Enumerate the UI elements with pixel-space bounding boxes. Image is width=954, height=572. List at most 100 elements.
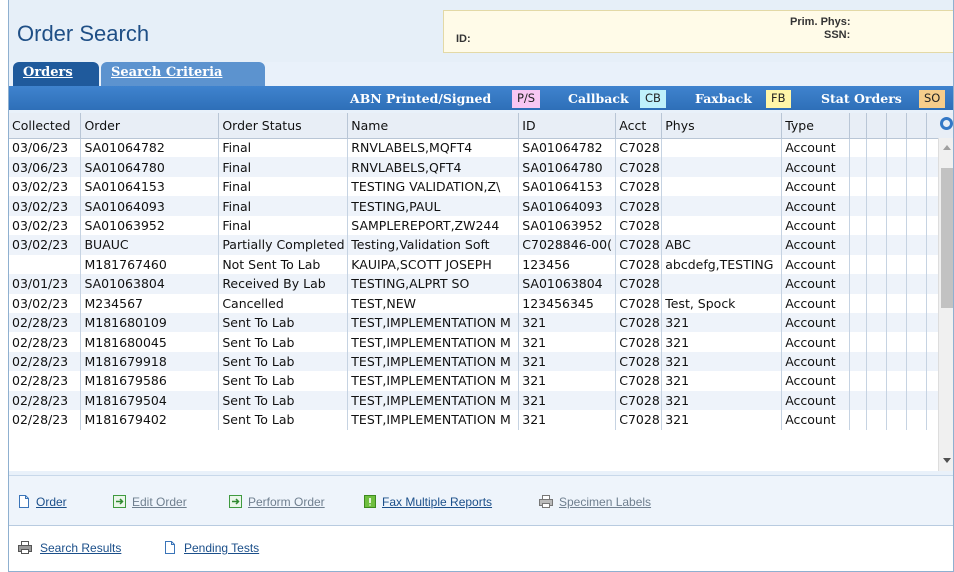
report-links-bar: Search Results Pending Tests [9, 525, 953, 571]
table-cell [906, 254, 927, 275]
table-cell: Final [218, 138, 349, 158]
column-header[interactable]: Name [347, 113, 520, 139]
table-cell: SA01064782 [518, 138, 617, 158]
ssn-label: SSN: [824, 29, 851, 41]
column-header[interactable]: Order Status [218, 113, 349, 139]
scroll-down-arrow-icon[interactable] [943, 458, 951, 463]
column-header[interactable]: Order [80, 113, 220, 139]
table-cell: 321 [661, 351, 783, 372]
column-header[interactable]: Type [781, 113, 851, 139]
table-cell: 321 [661, 410, 783, 430]
table-row[interactable]: 03/01/23 SA01063804 Received By Lab TESTING… [9, 274, 953, 294]
table-row[interactable]: 03/02/23 SA01064153 Final TESTING VALIDATIO… [9, 176, 953, 197]
scroll-up-arrow-icon[interactable] [943, 145, 951, 150]
table-cell [849, 157, 868, 177]
table-cell [866, 196, 888, 216]
table-row[interactable]: 02/28/23 M181679402 Sent To Lab TEST,IMPLEM… [9, 410, 953, 430]
table-row[interactable]: 03/02/23 M234567 Cancelled TEST,NEW 12345634… [9, 293, 953, 313]
table-cell: Account [781, 410, 851, 430]
perform-order-button[interactable]: Perform Order [229, 495, 325, 511]
table-cell: M181679918 [80, 351, 220, 372]
table-cell: TEST,NEW [347, 293, 520, 313]
table-row[interactable]: 02/28/23 M181679504 Sent To Lab TEST,IMPLEM… [9, 390, 953, 411]
table-cell [886, 371, 908, 391]
vertical-scrollbar[interactable] [938, 138, 953, 471]
table-cell [886, 274, 908, 294]
table-cell: SA01064782 [80, 138, 220, 158]
orders-grid: Collected Order Order Status Name ID Acct Phys… [9, 113, 953, 471]
tab-orders[interactable]: Orders [13, 62, 99, 86]
table-cell: TEST,IMPLEMENTATION M [347, 390, 520, 411]
orders-table: Collected Order Order Status Name ID Acct Phys… [9, 113, 953, 430]
table-cell [886, 410, 908, 430]
table-cell [906, 274, 927, 294]
table-row[interactable]: 02/28/23 M181679586 Sent To Lab TEST,IMPLEM… [9, 371, 953, 391]
table-row[interactable]: 03/02/23 SA01063952 Final SAMPLEREPORT,ZW24… [9, 215, 953, 236]
table-row[interactable]: 03/06/23 SA01064780 Final RNVLABELS,QFT4 SA0… [9, 157, 953, 177]
column-settings-icon[interactable] [940, 117, 953, 130]
table-cell [866, 274, 888, 294]
table-cell [906, 332, 927, 352]
specimen-labels-button[interactable]: Specimen Labels [539, 495, 651, 511]
table-cell [886, 157, 908, 177]
search-results-link[interactable]: Search Results [18, 541, 121, 557]
faxback-legend-key: FB [766, 90, 791, 108]
pending-tests-link[interactable]: Pending Tests [164, 541, 259, 557]
tab-search-criteria[interactable]: Search Criteria [101, 62, 265, 86]
table-cell: SA01064093 [80, 196, 220, 216]
column-header[interactable] [886, 113, 908, 139]
table-cell: M181767460 [80, 254, 220, 275]
table-cell [866, 351, 888, 372]
column-header[interactable]: ID [518, 113, 617, 139]
table-cell [849, 293, 868, 313]
table-row[interactable]: M181767460 Not Sent To Lab KAUIPA,SCOTT JO… [9, 254, 953, 275]
scrollbar-thumb[interactable] [941, 168, 953, 308]
table-cell: TEST,IMPLEMENTATION M [347, 332, 520, 352]
table-cell [849, 390, 868, 411]
table-cell [906, 410, 927, 430]
column-header[interactable]: Collected [9, 113, 82, 139]
fax-multiple-reports-button[interactable]: Fax Multiple Reports [364, 495, 492, 511]
table-row[interactable]: 03/06/23 SA01064782 Final RNVLABELS,MQFT4 SA… [9, 138, 953, 158]
table-row[interactable]: 02/28/23 M181679918 Sent To Lab TEST,IMPLEM… [9, 351, 953, 372]
column-header[interactable] [849, 113, 868, 139]
status-legend-bar: ABN Printed/Signed P/S Callback CB Faxba… [9, 86, 953, 110]
table-cell [849, 254, 868, 275]
column-header[interactable]: Phys [661, 113, 783, 139]
table-cell: TESTING,ALPRT SO [347, 274, 520, 294]
column-header[interactable]: Acct [615, 113, 663, 139]
page-title: Order Search [17, 21, 150, 46]
table-cell [849, 274, 868, 294]
table-cell: Account [781, 312, 851, 333]
table-cell: M181680109 [80, 312, 220, 333]
table-cell: Final [218, 157, 349, 177]
patient-id-label: ID: [456, 33, 471, 45]
table-cell [661, 157, 783, 177]
table-cell: SA01063804 [80, 274, 220, 294]
table-cell [661, 196, 783, 216]
table-cell: 03/02/23 [9, 215, 82, 236]
table-cell: M181679504 [80, 390, 220, 411]
table-cell: Sent To Lab [218, 351, 349, 372]
table-cell [661, 215, 783, 236]
column-header[interactable] [866, 113, 888, 139]
table-cell: Account [781, 157, 851, 177]
table-cell [9, 254, 82, 275]
table-row[interactable]: 03/02/23 SA01064093 Final TESTING,PAUL SA010… [9, 196, 953, 216]
table-row[interactable]: 02/28/23 M181680045 Sent To Lab TEST,IMPLEM… [9, 332, 953, 352]
order-button[interactable]: Order [18, 495, 67, 511]
table-cell [849, 196, 868, 216]
table-cell [886, 215, 908, 236]
table-cell: 123456 [518, 254, 617, 275]
table-cell: Account [781, 390, 851, 411]
table-row[interactable]: 02/28/23 M181680109 Sent To Lab TEST,IMPLEM… [9, 312, 953, 333]
column-header[interactable] [906, 113, 927, 139]
edit-order-button[interactable]: Edit Order [113, 495, 187, 511]
table-cell: Account [781, 215, 851, 236]
table-cell: M234567 [80, 293, 220, 313]
table-row[interactable]: 03/02/23 BUAUC Partially Completed Testing,… [9, 235, 953, 255]
table-cell: M181679586 [80, 371, 220, 391]
table-cell: 321 [661, 371, 783, 391]
table-cell [906, 176, 927, 197]
table-cell [886, 176, 908, 197]
